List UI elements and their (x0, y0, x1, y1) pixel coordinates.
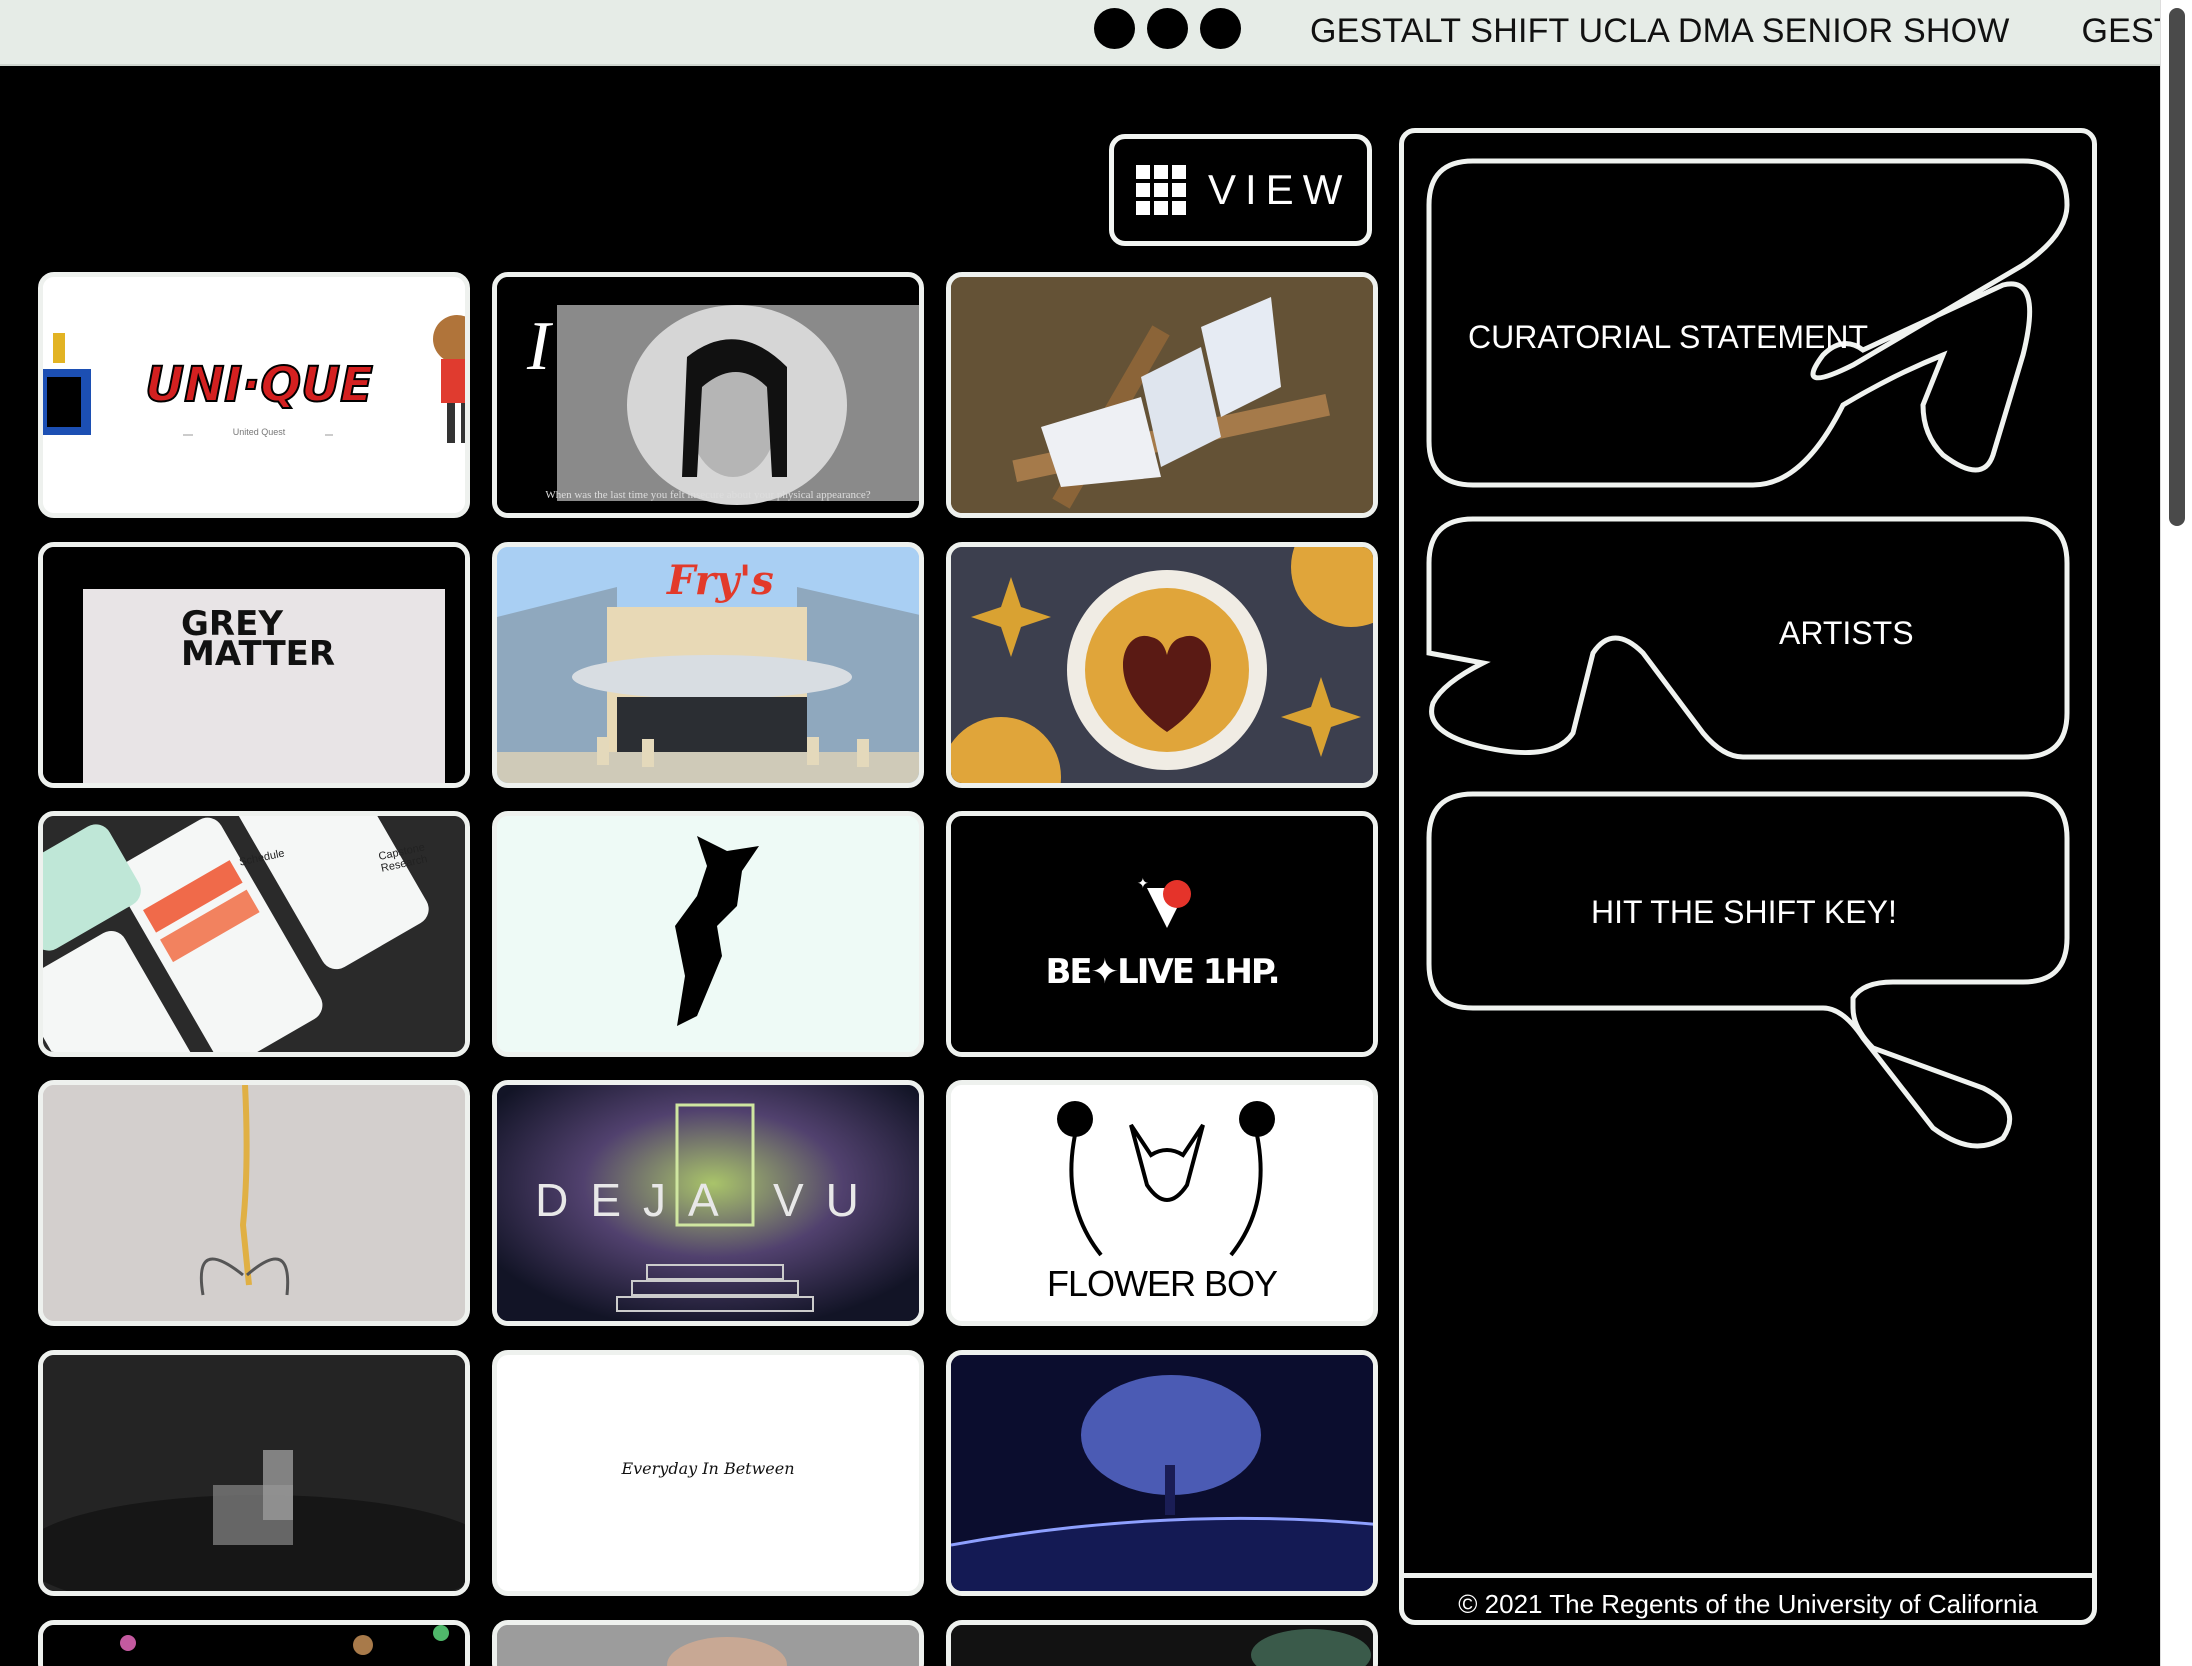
project-thumbnail-heart[interactable] (946, 542, 1378, 788)
unique-subtitle: United Quest (193, 427, 325, 437)
hanging-object-artwork (43, 1085, 465, 1321)
belive-artwork: ✦ (951, 816, 1373, 1052)
heart-artwork (951, 547, 1373, 783)
insecure-title: I (527, 308, 551, 385)
navigation-panel: CURATORIAL STATEMENT ARTISTS HIT THE SHI… (1399, 128, 2097, 1625)
project-thumbnail-deja-vu[interactable]: DEJA VU (492, 1080, 924, 1326)
silhouette-artwork (497, 816, 919, 1052)
project-thumbnail-belive[interactable]: ✦ BE✦LIVE 1HP. (946, 811, 1378, 1057)
project-thumbnail-insecure[interactable]: I When was the last time you felt insecu… (492, 272, 924, 518)
grey-matter-title: GREY MATTER (181, 604, 336, 674)
window-dots (1094, 8, 1241, 49)
project-thumbnail-row6-3[interactable] (946, 1620, 1378, 1666)
everyday-title: Everyday In Between (621, 1459, 795, 1478)
project-thumbnail-book[interactable] (946, 272, 1378, 518)
frys-sign: Fry's (667, 557, 774, 604)
project-thumbnail-everyday[interactable]: Everyday In Between (492, 1350, 924, 1596)
shift-key-link[interactable]: HIT THE SHIFT KEY! (1423, 788, 2073, 1158)
unique-title: UNI·QUE (144, 356, 374, 414)
project-thumbnail-grey-matter[interactable]: GREY MATTER (38, 542, 470, 788)
svg-text:✦: ✦ (1137, 875, 1149, 891)
dot-icon (1147, 8, 1188, 49)
night-artwork (951, 1625, 1373, 1666)
planets-artwork (43, 1625, 465, 1666)
project-thumbnail-row6-1[interactable] (38, 1620, 470, 1666)
blue-tree-artwork (951, 1355, 1373, 1591)
project-thumbnail-schedule-app[interactable]: Capstone Research Schedule (38, 811, 470, 1057)
view-toggle-button[interactable]: VIEW (1109, 134, 1372, 246)
footer-divider (1404, 1573, 2092, 1578)
flower-boy-title: FLOWER BOY (1046, 1263, 1278, 1304)
blob-outline (1426, 791, 2070, 1149)
chair-artwork (43, 1355, 465, 1591)
page-scrollbar[interactable] (2160, 0, 2192, 1666)
insecure-artwork (497, 277, 919, 513)
project-thumbnail-chair[interactable] (38, 1350, 470, 1596)
project-thumbnail-row6-2[interactable] (492, 1620, 924, 1666)
artists-label: ARTISTS (1779, 615, 1914, 651)
project-thumbnail-hanging-object[interactable] (38, 1080, 470, 1326)
book-artwork (951, 277, 1373, 513)
project-thumbnail-flower-boy[interactable]: FLOWER BOY (946, 1080, 1378, 1326)
dot-icon (1094, 8, 1135, 49)
dot-icon (1200, 8, 1241, 49)
hand-artwork (497, 1625, 919, 1666)
grid-icon (1136, 165, 1186, 215)
blob-outline (1426, 516, 2070, 760)
belive-title: BE✦LIVE 1HP. (1045, 952, 1280, 992)
insecure-caption: When was the last time you felt insecure… (545, 489, 871, 501)
curatorial-statement-link[interactable]: CURATORIAL STATEMENT (1423, 155, 2073, 491)
scrollbar-thumb[interactable] (2169, 8, 2185, 526)
top-bar: GESTALT SHIFT UCLA DMA SENIOR SHOWGESTAL… (0, 0, 2192, 66)
artists-link[interactable]: ARTISTS (1423, 513, 2073, 763)
copyright-text: © 2021 The Regents of the University of … (1458, 1589, 2038, 1619)
title-marquee: GESTALT SHIFT UCLA DMA SENIOR SHOWGESTAL… (1310, 12, 2192, 51)
project-thumbnail-unique[interactable]: UNI·QUE United Quest (38, 272, 470, 518)
view-button-label: VIEW (1208, 166, 1352, 213)
deja-vu-title: DEJA VU (535, 1174, 881, 1226)
project-thumbnail-frys[interactable]: Fry's (492, 542, 924, 788)
curatorial-statement-label: CURATORIAL STATEMENT (1468, 319, 1869, 355)
project-thumbnail-blue-tree[interactable] (946, 1350, 1378, 1596)
shift-key-label: HIT THE SHIFT KEY! (1591, 894, 1897, 930)
project-thumbnail-silhouette[interactable] (492, 811, 924, 1057)
marquee-text: GESTALT SHIFT UCLA DMA SENIOR SHOW (1310, 12, 2010, 50)
